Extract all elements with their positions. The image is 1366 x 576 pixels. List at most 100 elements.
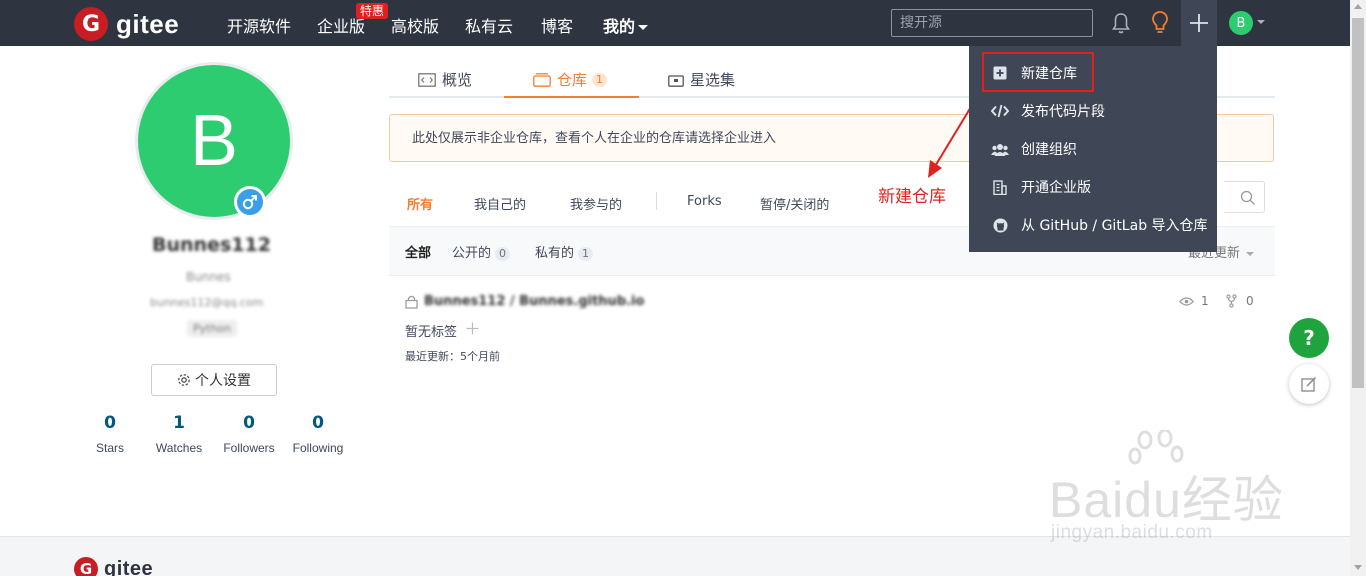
stat-label: Followers <box>223 441 275 455</box>
subfilter-all[interactable]: 全部 <box>405 242 431 261</box>
menu-item-import-repo[interactable]: 从 GitHub / GitLab 导入仓库 <box>969 206 1217 244</box>
subfilter-private-label: 私有的 <box>535 246 575 261</box>
filter-closed[interactable]: 暂停/关闭的 <box>760 194 829 213</box>
stat-value: 1 <box>173 413 185 433</box>
search-input[interactable]: 搜开源 <box>891 9 1093 37</box>
private-count-badge: 1 <box>578 247 594 261</box>
watch-count: 1 <box>1201 294 1209 308</box>
edit-icon <box>1301 376 1317 392</box>
stat-value: 0 <box>312 413 324 433</box>
new-repo-highlight-box <box>982 52 1094 92</box>
sort-chevron-icon <box>1246 251 1255 256</box>
settings-label: 个人设置 <box>195 373 251 389</box>
profile-name: Bunnes112 <box>152 234 271 256</box>
logo-text: gitee <box>116 8 180 39</box>
feedback-button[interactable] <box>1289 364 1329 404</box>
personal-settings-button[interactable]: 个人设置 <box>151 364 277 396</box>
baidu-watermark: Baidu经验 jingyan.baidu.com <box>1045 430 1295 550</box>
subfilter-public[interactable]: 公开的 0 <box>452 242 511 261</box>
annotation-text: 新建仓库 <box>878 187 946 207</box>
code-icon <box>991 104 1009 118</box>
menu-item-create-org[interactable]: 创建组织 <box>969 130 1217 168</box>
profile-avatar: B <box>135 62 293 220</box>
scroll-down-arrow-icon[interactable] <box>1354 565 1362 570</box>
repo-name-link[interactable]: Bunnes112 / Bunnes.github.io <box>424 294 644 309</box>
gitee-logo[interactable]: G gitee <box>74 7 179 41</box>
menu-item-label: 发布代码片段 <box>1021 104 1105 120</box>
repo-updated: 最近更新：5个月前 <box>405 350 500 363</box>
bell-icon[interactable] <box>1111 11 1131 35</box>
tab-overview[interactable]: 概览 <box>418 69 472 90</box>
stat-value: 0 <box>104 413 116 433</box>
building-icon <box>993 179 1007 195</box>
nav-mine-label: 我的 <box>603 17 636 36</box>
filter-participated[interactable]: 我参与的 <box>570 194 622 213</box>
add-tag-plus-icon[interactable] <box>466 322 479 335</box>
stat-followers[interactable]: 0 Followers <box>214 413 284 455</box>
repo-count-badge: 1 <box>592 72 608 87</box>
profile-tag: Python <box>187 320 238 337</box>
menu-item-label: 创建组织 <box>1021 142 1077 158</box>
filter-divider <box>656 192 657 210</box>
stat-label: Following <box>292 441 344 455</box>
menu-item-label: 开通企业版 <box>1021 180 1091 196</box>
gear-icon <box>178 374 190 386</box>
public-count-badge: 0 <box>495 247 511 261</box>
stat-watches[interactable]: 1 Watches <box>144 413 214 455</box>
top-navbar <box>0 0 1350 46</box>
menu-item-enterprise[interactable]: 开通企业版 <box>969 168 1217 206</box>
gender-male-icon <box>234 186 266 218</box>
tab-overview-label: 概览 <box>442 71 473 89</box>
users-icon <box>991 143 1009 156</box>
footer-logo-text: gitee <box>104 557 154 576</box>
stat-stars[interactable]: 0 Stars <box>75 413 145 455</box>
tab-starred-collections[interactable]: 星选集 <box>668 69 735 90</box>
filter-mine[interactable]: 我自己的 <box>474 194 526 213</box>
filter-all[interactable]: 所有 <box>407 194 433 213</box>
stat-label: Stars <box>95 441 124 455</box>
scrollbar-thumb[interactable] <box>1352 18 1364 388</box>
code-icon <box>418 72 436 87</box>
avatar-chevron-icon[interactable] <box>1257 20 1265 24</box>
nav-blog[interactable]: 博客 <box>541 13 573 37</box>
create-plus-button[interactable] <box>1181 0 1217 46</box>
nav-private-cloud[interactable]: 私有云 <box>465 13 513 37</box>
menu-item-publish-snippet[interactable]: 发布代码片段 <box>969 92 1217 130</box>
tab-repositories[interactable]: 仓库 1 <box>533 69 608 90</box>
repo-tags: 暂无标签 <box>405 325 458 340</box>
eye-icon <box>1179 297 1194 306</box>
stat-following[interactable]: 0 Following <box>283 413 353 455</box>
user-avatar-menu[interactable]: B <box>1229 11 1253 35</box>
menu-item-label: 从 GitHub / GitLab 导入仓库 <box>1021 218 1208 234</box>
star-box-icon <box>668 74 684 87</box>
subfilter-public-label: 公开的 <box>452 246 492 261</box>
subfilter-private[interactable]: 私有的 1 <box>535 242 594 261</box>
help-button[interactable]: ? <box>1289 318 1329 358</box>
nav-open-source[interactable]: 开源软件 <box>227 13 291 37</box>
stat-value: 0 <box>243 413 255 433</box>
nav-university[interactable]: 高校版 <box>391 13 439 37</box>
fork-count: 0 <box>1246 294 1254 308</box>
box-icon <box>533 72 551 87</box>
logo-mark-icon: G <box>74 7 108 41</box>
tab-starred-label: 星选集 <box>690 71 736 89</box>
hot-badge: 特惠 <box>356 3 389 19</box>
lock-icon <box>405 295 418 309</box>
github-icon <box>993 218 1007 232</box>
active-tab-indicator <box>504 96 639 98</box>
fork-icon <box>1226 294 1237 308</box>
tab-repositories-label: 仓库 <box>557 71 588 89</box>
nav-mine[interactable]: 我的 <box>603 13 649 37</box>
footer-logo[interactable]: G gitee <box>74 557 153 576</box>
lightbulb-icon[interactable] <box>1150 10 1170 36</box>
scroll-up-arrow-icon[interactable] <box>1354 4 1362 9</box>
watermark-sub-text: jingyan.baidu.com <box>1051 522 1213 543</box>
filter-forks[interactable]: Forks <box>687 194 722 209</box>
search-icon <box>1240 190 1255 205</box>
repo-search-input[interactable] <box>1224 181 1265 213</box>
profile-email: bunnes112@qq.com <box>150 296 264 309</box>
plus-icon <box>1190 14 1208 32</box>
footer-logo-mark-icon: G <box>74 557 98 576</box>
stat-label: Watches <box>155 441 203 455</box>
chevron-down-icon <box>638 25 649 30</box>
